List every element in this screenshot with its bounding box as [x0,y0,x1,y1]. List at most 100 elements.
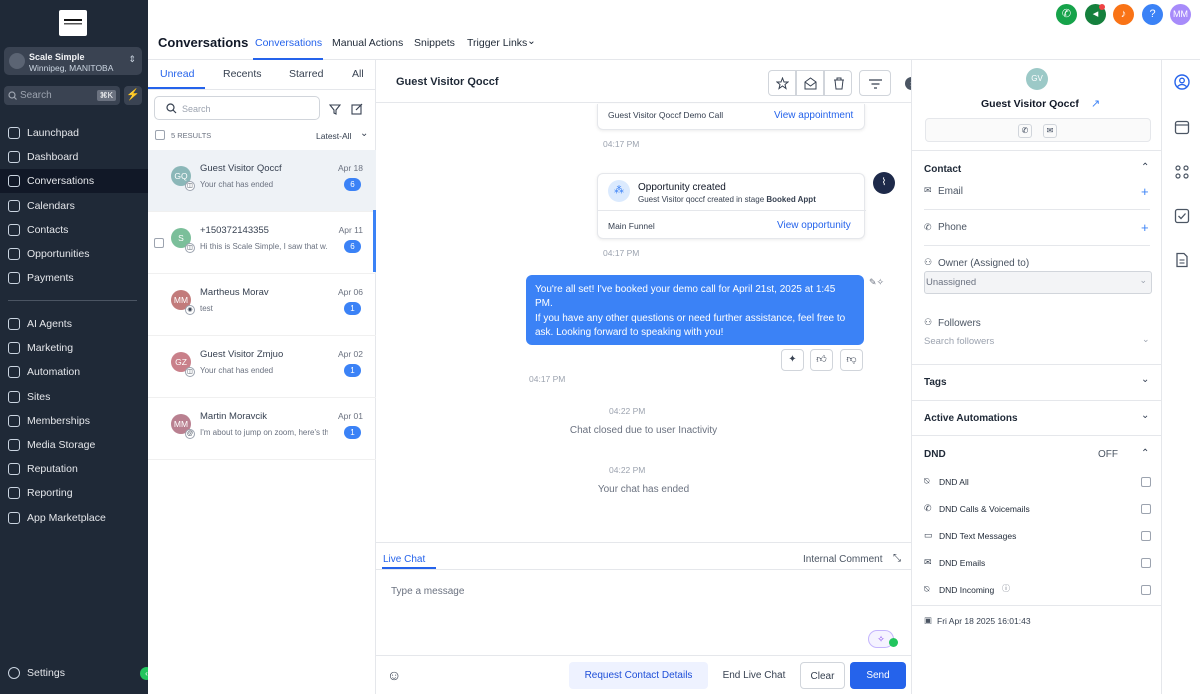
help-icon[interactable]: ? [1142,4,1163,25]
chevron-down-icon[interactable]: ⌄ [360,128,368,139]
automations-section-header[interactable]: Active Automations [924,413,1018,424]
thumbs-down-button[interactable]: 👎︎ [840,349,863,371]
user-avatar[interactable]: MM [1170,4,1191,25]
chevron-down-icon[interactable]: ⌄ [527,35,536,47]
chevron-down-icon[interactable]: ⌄ [1142,334,1150,345]
tab-starred[interactable]: Starred [289,68,323,80]
filter-button[interactable] [859,70,891,96]
add-email-button[interactable]: + [1141,184,1149,199]
dnd-checkbox[interactable] [1141,504,1151,514]
tasks-checkbox-icon[interactable] [1174,208,1190,224]
quick-action-bolt-icon[interactable]: ⚡ [124,86,142,105]
opportunities-icon[interactable] [1174,164,1190,180]
view-appointment-link[interactable]: View appointment [774,110,853,121]
sidebar-item-payments[interactable]: Payments [0,266,148,290]
thumbs-up-button[interactable]: 👍︎ [810,349,833,371]
dnd-checkbox[interactable] [1141,558,1151,568]
chevron-up-icon[interactable]: ⌃ [1141,162,1149,173]
contact-avatar: GV [1026,68,1048,90]
unread-count-badge: 1 [344,426,361,439]
sidebar-item-dashboard[interactable]: Dashboard [0,145,148,169]
chevron-down-icon[interactable]: ⌄ [1141,410,1149,421]
tab-snippets[interactable]: Snippets [414,37,455,49]
delete-button[interactable] [824,70,852,96]
add-phone-button[interactable]: + [1141,220,1149,235]
sidebar-item-reputation[interactable]: Reputation [0,457,148,481]
conversation-row[interactable]: GQ ◫ Guest Visitor Qoccf Your chat has ende… [148,150,376,212]
sidebar-item-sites[interactable]: Sites [0,385,148,409]
ai-sparkle-button[interactable]: ✦ [781,349,804,371]
tab-recents[interactable]: Recents [223,68,262,80]
sidebar-item-conversations[interactable]: Conversations [0,169,148,194]
sidebar-item-calendars[interactable]: Calendars [0,194,148,218]
conversation-row[interactable]: S ◫ +150372143355 Hi this is Scale Simple, … [148,212,376,274]
external-link-icon[interactable]: ↗ [1091,97,1100,110]
compose-icon[interactable] [351,103,363,115]
contact-name: +150372143355 [200,225,269,236]
tab-live-chat[interactable]: Live Chat [383,554,425,565]
expand-icon[interactable]: ⤡ [893,553,901,564]
channel-badge-icon: ◫ [185,243,195,253]
conversation-search-input[interactable]: Search [154,96,320,120]
sort-dropdown[interactable]: Latest-All [316,131,351,141]
mail-icon[interactable]: ✉ [1043,124,1057,138]
sidebar-item-reporting[interactable]: Reporting [0,481,148,505]
conversation-row[interactable]: MM ◉ Martheus Morav test Apr 06 1 [148,274,376,336]
row-checkbox[interactable] [154,238,164,248]
tab-unread[interactable]: Unread [160,68,194,80]
sidebar-item-automation[interactable]: Automation [0,360,148,384]
sidebar-item-memberships[interactable]: Memberships [0,409,148,433]
end-live-chat-button[interactable]: End Live Chat [716,662,792,689]
select-all-checkbox[interactable] [155,130,165,140]
owner-select[interactable]: Unassigned ⌄ [924,271,1152,294]
dnd-checkbox[interactable] [1141,531,1151,541]
tab-conversations[interactable]: Conversations [255,37,322,49]
contact-profile-icon[interactable] [1174,74,1190,90]
sidebar-item-settings[interactable]: Settings [0,661,148,685]
message-input[interactable]: Type a message [391,586,464,597]
phone-icon[interactable]: ✆ [1018,124,1032,138]
calendar-icon[interactable] [1174,119,1190,135]
chevron-up-icon[interactable]: ⌃ [1141,448,1149,459]
view-opportunity-link[interactable]: View opportunity [777,220,851,231]
dnd-checkbox[interactable] [1141,477,1151,487]
bell-icon[interactable]: ♪ [1113,4,1134,25]
sidebar-item-contacts[interactable]: Contacts [0,218,148,242]
followers-search-input[interactable]: Search followers [924,336,994,347]
sidebar-item-launchpad[interactable]: Launchpad [0,121,148,145]
account-switcher[interactable]: Scale Simple Winnipeg, MANITOBA ⇕ [4,47,142,75]
tab-internal-comment[interactable]: Internal Comment [803,554,882,565]
phone-icon[interactable]: ✆ [1056,4,1077,25]
notes-document-icon[interactable] [1174,252,1190,268]
tags-section-header[interactable]: Tags [924,377,947,388]
send-button[interactable]: Send [850,662,906,689]
emoji-icon[interactable]: ☺ [387,667,401,683]
dnd-section-header[interactable]: DND [924,449,946,460]
sidebar-item-ai-agents[interactable]: AI Agents [0,312,148,336]
chevron-down-icon[interactable]: ⌄ [1141,374,1149,385]
conversation-row[interactable]: GZ ◫ Guest Visitor Zmjuo Your chat has ende… [148,336,376,398]
composer: Live Chat Internal Comment ⤡ Type a mess… [376,542,911,694]
clear-button[interactable]: Clear [800,662,845,689]
dnd-option-label: DND Incoming [939,585,995,595]
tab-all[interactable]: All [352,68,364,80]
contact-name: Guest Visitor Qoccf [981,98,1079,110]
contact-section-header[interactable]: Contact [924,164,961,175]
divider [376,569,911,570]
star-button[interactable] [768,70,796,96]
tab-trigger-links[interactable]: Trigger Links [467,37,527,49]
sidebar-search[interactable]: Search ⌘K [4,86,120,105]
conversation-row[interactable]: MM @ Martin Moravcik I'm about to jump on z… [148,398,376,460]
company-logo[interactable] [59,10,87,36]
dnd-checkbox[interactable] [1141,585,1151,595]
filter-icon[interactable] [329,103,341,115]
message-icon: ▭ [924,530,933,540]
request-contact-details-button[interactable]: Request Contact Details [569,662,708,689]
tab-manual-actions[interactable]: Manual Actions [332,37,403,49]
sidebar-item-opportunities[interactable]: Opportunities [0,242,148,266]
mail-button[interactable] [796,70,824,96]
sidebar-item-app-marketplace[interactable]: App Marketplace [0,506,148,530]
sidebar-item-marketing[interactable]: Marketing [0,336,148,360]
sidebar-item-media-storage[interactable]: Media Storage [0,433,148,457]
dnd-option-label: DND Text Messages [939,531,1017,541]
